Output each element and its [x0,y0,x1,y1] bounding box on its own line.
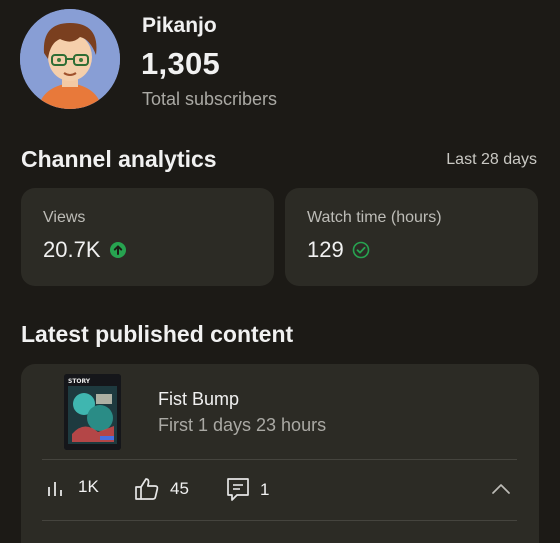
video-likes-stat: 45 [134,477,189,501]
watch-time-value: 129 [307,237,344,262]
watch-time-card[interactable]: Watch time (hours) 129 [285,188,538,286]
thumbnail-text: STORY [68,378,91,385]
date-range-label[interactable]: Last 28 days [446,151,537,169]
video-likes-value: 45 [170,479,189,498]
video-views-stat: 1K [46,477,99,497]
video-period: First 1 days 23 hours [158,415,327,435]
video-comments-stat: 1 [226,477,269,503]
bar-chart-icon [46,477,68,497]
latest-content-title: Latest published content [21,321,294,347]
video-title[interactable]: Fist Bump [158,389,239,410]
video-thumbnail[interactable]: STORY [64,374,121,450]
channel-avatar[interactable] [20,9,120,109]
views-value-row: 20.7K [43,237,127,263]
subscriber-count: 1,305 [141,46,221,81]
chevron-up-icon[interactable] [491,482,511,500]
comment-icon [226,477,250,503]
video-views-value: 1K [78,477,99,496]
watch-time-value-row: 129 [307,237,370,263]
divider [42,459,517,460]
divider [42,520,517,521]
studio-dashboard: Pikanjo 1,305 Total subscribers Channel … [0,0,560,543]
latest-video-card: STORY Fist Bump First 1 days 23 hours 1K [21,364,539,543]
analytics-title: Channel analytics [21,146,217,172]
check-circle-icon [352,241,370,259]
views-label: Views [43,209,86,226]
avatar-illustration [20,9,120,109]
views-value: 20.7K [43,237,101,262]
channel-name: Pikanjo [142,14,217,37]
watch-time-label: Watch time (hours) [307,209,442,226]
video-comments-value: 1 [260,480,270,499]
thumbs-up-icon [134,477,160,501]
thumbnail-artwork: STORY [64,374,121,450]
views-card[interactable]: Views 20.7K [21,188,274,286]
arrow-up-circle-icon [109,241,127,259]
subscriber-label: Total subscribers [142,89,278,109]
